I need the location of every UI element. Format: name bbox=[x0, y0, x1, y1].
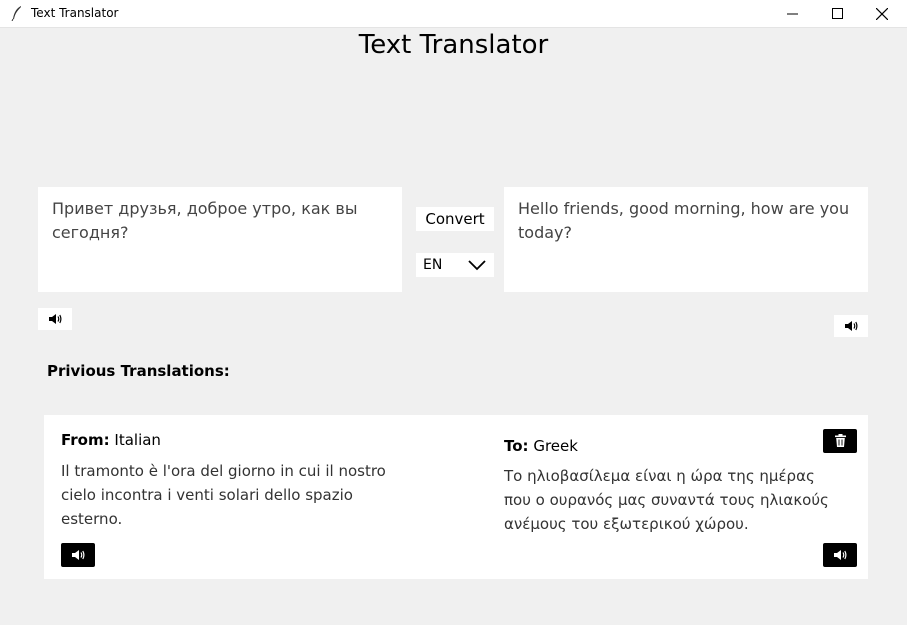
source-text-input[interactable]: Привет друзья, доброе утро, как вы сегод… bbox=[38, 187, 402, 292]
window-titlebar: Text Translator bbox=[0, 0, 907, 28]
from-language: Italian bbox=[114, 431, 161, 449]
target-language-select[interactable]: EN bbox=[416, 253, 494, 277]
maximize-icon bbox=[831, 8, 843, 19]
close-icon bbox=[876, 7, 888, 20]
chevron-down-icon bbox=[467, 258, 487, 275]
target-language-value: EN bbox=[423, 257, 443, 273]
speaker-icon bbox=[844, 317, 858, 336]
speak-output-button[interactable] bbox=[834, 315, 868, 337]
window-title: Text Translator bbox=[31, 6, 119, 20]
to-language: Greek bbox=[533, 437, 578, 455]
speak-from-button[interactable] bbox=[61, 543, 95, 567]
trash-icon bbox=[834, 432, 846, 451]
page-title: Text Translator bbox=[358, 30, 549, 60]
speak-to-button[interactable] bbox=[823, 543, 857, 567]
from-text: Il tramonto è l'ora del giorno in cui il… bbox=[61, 462, 386, 528]
previous-translations-heading: Privious Translations: bbox=[47, 362, 230, 380]
convert-button[interactable]: Convert bbox=[416, 207, 494, 231]
output-text-box: Hello friends, good morning, how are you… bbox=[504, 187, 868, 292]
feather-icon bbox=[11, 5, 23, 22]
to-text: Το ηλιοβασίλεμα είναι η ώρα της ημέρας π… bbox=[504, 467, 829, 533]
from-label: From: bbox=[61, 431, 110, 449]
close-button[interactable] bbox=[859, 0, 905, 27]
speaker-icon bbox=[833, 546, 847, 565]
speaker-icon bbox=[48, 310, 62, 329]
delete-translation-button[interactable] bbox=[823, 429, 857, 453]
from-label-row: From: Italian bbox=[61, 431, 161, 449]
maximize-button[interactable] bbox=[814, 0, 860, 27]
to-label: To: bbox=[504, 437, 529, 455]
minimize-icon bbox=[786, 8, 798, 19]
speaker-icon bbox=[71, 546, 85, 565]
history-card: From: Italian Il tramonto è l'ora del gi… bbox=[44, 415, 868, 579]
minimize-button[interactable] bbox=[769, 0, 815, 27]
to-label-row: To: Greek bbox=[504, 437, 578, 455]
speak-source-button[interactable] bbox=[38, 308, 72, 330]
